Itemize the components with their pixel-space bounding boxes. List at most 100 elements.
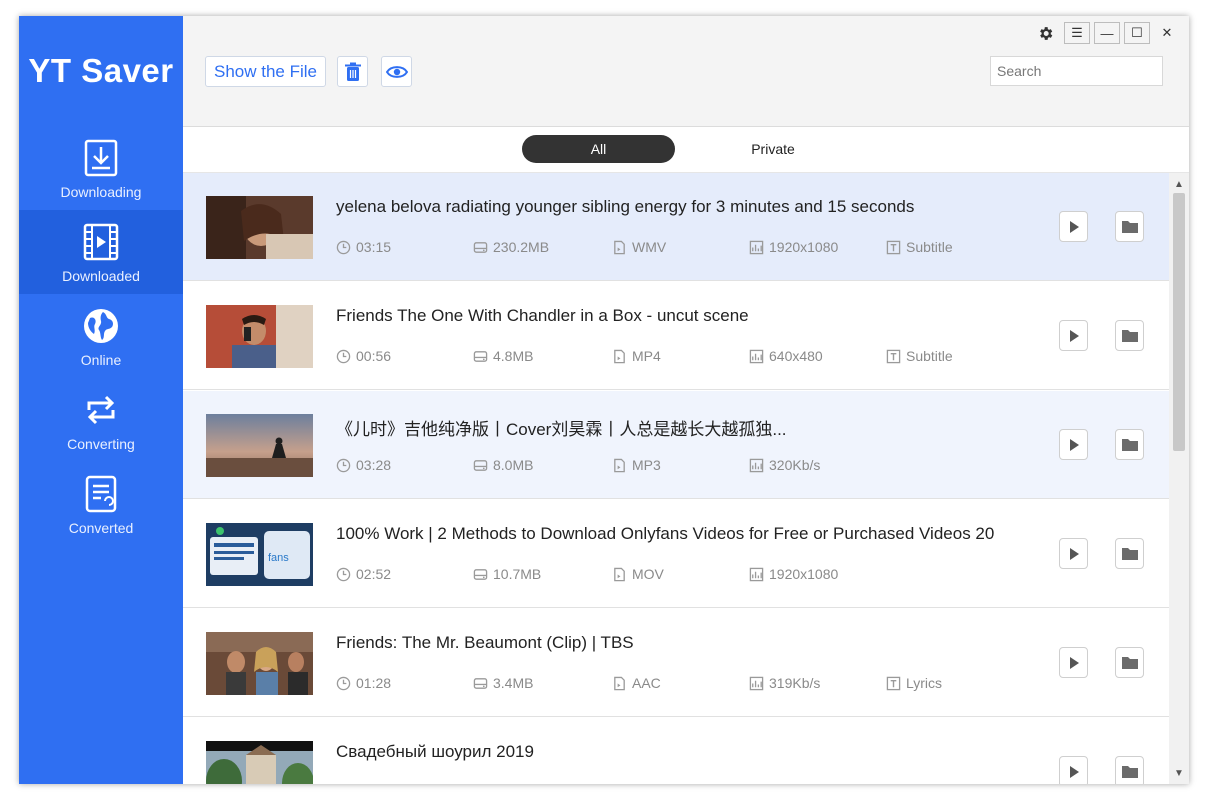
storage-icon xyxy=(473,677,488,689)
play-button[interactable] xyxy=(1059,756,1088,784)
video-title: 100% Work | 2 Methods to Download Onlyfa… xyxy=(336,524,995,543)
file-format-icon xyxy=(614,567,625,581)
sidebar-item-converted[interactable]: Converted xyxy=(19,462,183,546)
menu-icon: ☰ xyxy=(1071,25,1083,40)
clock-icon xyxy=(336,567,351,581)
video-size: 4.8MB xyxy=(473,348,533,364)
video-title: Friends: The Mr. Beaumont (Clip) | TBS xyxy=(336,633,634,652)
search-input[interactable] xyxy=(990,56,1163,86)
globe-icon xyxy=(84,309,118,343)
video-format-text: WMV xyxy=(632,239,667,255)
file-format-icon xyxy=(614,240,625,254)
video-title: yelena belova radiating younger sibling … xyxy=(336,197,915,216)
video-extra: Subtitle xyxy=(886,239,953,255)
video-title: Свадебный шоурил 2019 xyxy=(336,742,534,761)
play-button[interactable] xyxy=(1059,538,1088,569)
maximize-button[interactable]: ☐ xyxy=(1124,22,1150,44)
video-size: 10.7MB xyxy=(473,566,541,582)
video-quality-text: 1920x1080 xyxy=(769,239,839,255)
list-item[interactable]: 《儿时》吉他纯净版丨Cover刘昊霖丨人总是越长大越孤独... 03:28 8.0M… xyxy=(183,391,1169,499)
list-item[interactable]: Friends The One With Chandler in a Box -… xyxy=(183,282,1169,390)
scroll-up-icon[interactable]: ▲ xyxy=(1169,175,1189,193)
play-button[interactable] xyxy=(1059,647,1088,678)
tab-all[interactable]: All xyxy=(522,135,675,163)
video-duration: 03:28 xyxy=(336,457,391,473)
folder-icon xyxy=(1121,439,1138,451)
maximize-icon: ☐ xyxy=(1131,25,1143,40)
tab-private[interactable]: Private xyxy=(723,135,823,163)
play-icon xyxy=(1069,220,1079,233)
video-quality: 320Kb/s xyxy=(749,457,820,473)
video-duration-text: 02:52 xyxy=(356,566,392,582)
settings-button[interactable] xyxy=(1033,22,1057,44)
video-format-text: AAC xyxy=(632,675,661,691)
clock-icon xyxy=(336,676,351,690)
close-button[interactable]: ✕ xyxy=(1154,22,1180,44)
scrollbar-thumb[interactable] xyxy=(1173,193,1185,451)
video-duration-text: 00:56 xyxy=(356,348,392,364)
resolution-icon xyxy=(749,676,764,690)
folder-icon xyxy=(1121,548,1138,560)
video-thumbnail xyxy=(206,632,313,695)
clock-icon xyxy=(336,349,351,363)
open-folder-button[interactable] xyxy=(1115,211,1144,242)
open-folder-button[interactable] xyxy=(1115,538,1144,569)
delete-button[interactable] xyxy=(337,56,368,87)
file-format-icon xyxy=(614,458,625,472)
close-icon: ✕ xyxy=(1161,25,1173,40)
scroll-down-icon[interactable]: ▼ xyxy=(1169,764,1189,782)
sidebar-item-online[interactable]: Online xyxy=(19,294,183,378)
video-duration: 02:52 xyxy=(336,566,391,582)
video-quality: 319Kb/s xyxy=(749,675,820,691)
sidebar-item-label: Converted xyxy=(68,520,134,536)
video-format: WMV xyxy=(612,239,666,255)
play-button[interactable] xyxy=(1059,211,1088,242)
svg-text:fans: fans xyxy=(268,552,289,564)
video-list: yelena belova radiating younger sibling … xyxy=(183,173,1169,784)
minimize-button[interactable]: — xyxy=(1094,22,1120,44)
play-button[interactable] xyxy=(1059,429,1088,460)
video-duration: 03:15 xyxy=(336,239,391,255)
video-quality: 640x480 xyxy=(749,348,823,364)
list-item[interactable]: yelena belova radiating younger sibling … xyxy=(183,173,1169,281)
video-size-text: 8.0MB xyxy=(493,457,534,473)
sidebar-item-downloaded[interactable]: Downloaded xyxy=(19,210,183,294)
sidebar-item-converting[interactable]: Converting xyxy=(19,378,183,462)
scrollbar[interactable]: ▲ ▼ xyxy=(1169,173,1189,784)
folder-icon xyxy=(1121,330,1138,342)
video-format-text: MOV xyxy=(632,566,664,582)
list-item[interactable]: Friends: The Mr. Beaumont (Clip) | TBS 01… xyxy=(183,609,1169,717)
show-file-button[interactable]: Show the File xyxy=(205,56,326,87)
play-button[interactable] xyxy=(1059,320,1088,351)
sidebar: YT Saver Downloading Downloaded Online C… xyxy=(19,16,183,784)
sidebar-item-label: Downloaded xyxy=(62,268,140,284)
open-folder-button[interactable] xyxy=(1115,320,1144,351)
list-item[interactable]: Свадебный шоурил 2019 xyxy=(183,718,1169,784)
open-folder-button[interactable] xyxy=(1115,429,1144,460)
subtitle-icon xyxy=(886,676,901,690)
preview-button[interactable] xyxy=(381,56,412,87)
video-thumbnail xyxy=(206,414,313,477)
sidebar-item-downloading[interactable]: Downloading xyxy=(19,126,183,210)
video-duration-text: 03:28 xyxy=(356,457,392,473)
video-format: MP4 xyxy=(612,348,661,364)
open-folder-button[interactable] xyxy=(1115,647,1144,678)
video-extra-text: Subtitle xyxy=(906,239,953,255)
video-duration-text: 03:15 xyxy=(356,239,392,255)
video-title: 《儿时》吉他纯净版丨Cover刘昊霖丨人总是越长大越孤独... xyxy=(336,420,787,439)
subtitle-icon xyxy=(886,240,901,254)
file-format-icon xyxy=(614,676,625,690)
open-folder-button[interactable] xyxy=(1115,756,1144,784)
filter-tabs: All Private xyxy=(183,127,1189,173)
play-icon xyxy=(1069,765,1079,778)
sidebar-item-label: Downloading xyxy=(60,184,142,200)
trash-icon xyxy=(344,62,361,81)
storage-icon xyxy=(473,241,488,253)
video-extra-text: Subtitle xyxy=(906,348,953,364)
play-icon xyxy=(1069,547,1079,560)
video-size: 3.4MB xyxy=(473,675,533,691)
video-quality-text: 319Kb/s xyxy=(769,675,821,691)
menu-button[interactable]: ☰ xyxy=(1064,22,1090,44)
list-item[interactable]: fans 100% Work | 2 Methods to Download On… xyxy=(183,500,1169,608)
video-size-text: 3.4MB xyxy=(493,675,534,691)
